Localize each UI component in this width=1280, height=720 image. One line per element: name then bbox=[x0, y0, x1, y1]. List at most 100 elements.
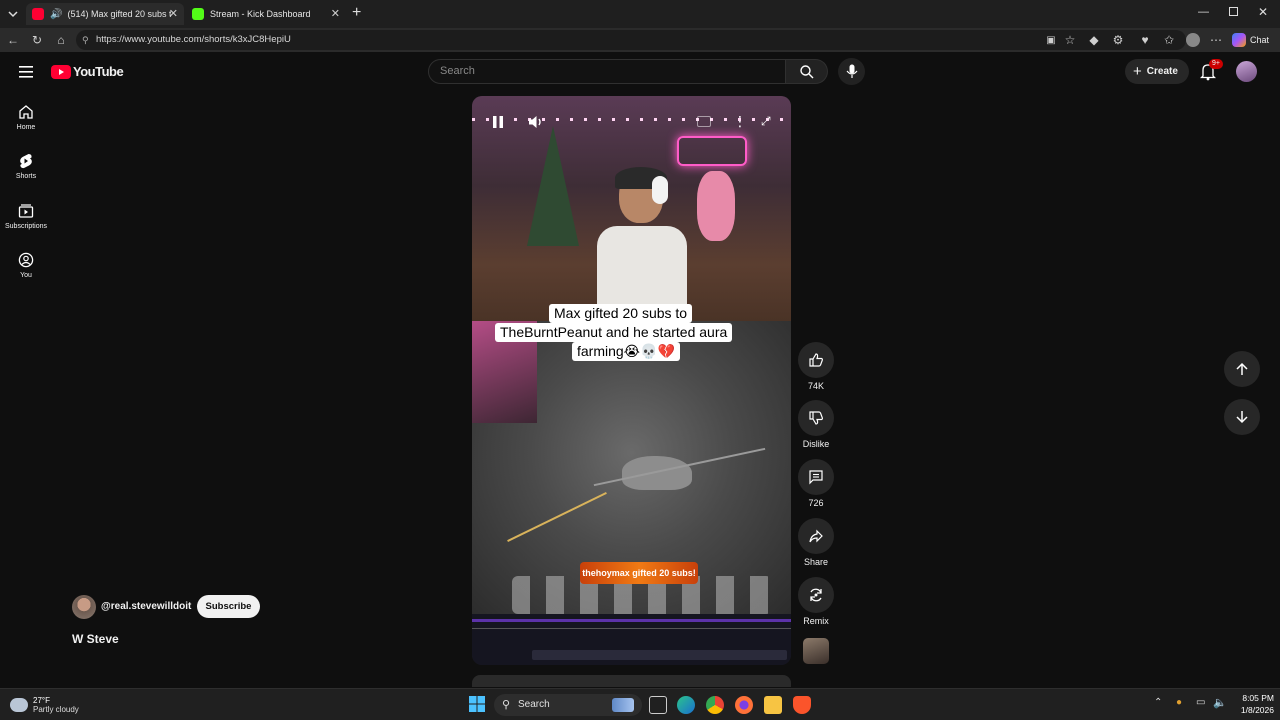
remix-button[interactable]: Remix bbox=[796, 577, 836, 626]
new-tab-icon[interactable]: + bbox=[352, 4, 361, 22]
close-tab-icon[interactable]: ✕ bbox=[331, 8, 340, 20]
weather-cloud-icon bbox=[10, 698, 28, 712]
menu-icon[interactable] bbox=[19, 66, 33, 78]
more-options-icon[interactable]: ⋮ bbox=[733, 113, 747, 130]
sidebar-item-shorts[interactable]: Shorts bbox=[0, 153, 52, 199]
profile-avatar-icon[interactable] bbox=[1185, 32, 1201, 48]
share-button[interactable]: Share bbox=[796, 518, 836, 567]
address-bar[interactable]: ⚲ https://www.youtube.com/shorts/k3xJC8H… bbox=[76, 30, 1186, 50]
home-icon[interactable]: ⌂ bbox=[53, 32, 69, 48]
file-explorer-icon[interactable] bbox=[764, 696, 782, 714]
volume-icon bbox=[529, 116, 541, 128]
notifications-button[interactable]: 9+ bbox=[1200, 59, 1223, 81]
clock-time: 8:05 PM bbox=[1242, 693, 1274, 703]
minimize-icon[interactable]: — bbox=[1198, 6, 1209, 18]
show-hidden-icons[interactable]: ⌃ bbox=[1154, 697, 1162, 708]
search-icon bbox=[799, 64, 813, 78]
short-video-player[interactable]: ⋮ ⤢ thehoymax gifted 20 subs! Max gifted… bbox=[472, 96, 791, 665]
caption-line-1: Max gifted 20 subs to bbox=[549, 304, 693, 323]
close-tab-icon[interactable]: ✕ bbox=[169, 8, 178, 20]
pause-button[interactable] bbox=[491, 115, 505, 129]
microphone-tray-icon[interactable]: ● bbox=[1176, 697, 1182, 708]
network-icon[interactable]: ▭ bbox=[1196, 697, 1205, 708]
comment-count: 726 bbox=[808, 498, 824, 508]
sidebar-item-home[interactable]: Home bbox=[0, 104, 52, 150]
voice-search-button[interactable] bbox=[838, 58, 865, 85]
extension-icon[interactable]: ◆ bbox=[1086, 32, 1102, 48]
tab-youtube[interactable]: 🔊 (514) Max gifted 20 subs to Th ✕ bbox=[26, 3, 184, 25]
youtube-logo[interactable]: YouTube bbox=[51, 64, 124, 79]
site-info-icon[interactable]: ⚲ bbox=[82, 30, 89, 50]
app-available-icon[interactable]: ▣ bbox=[1043, 32, 1059, 48]
create-button[interactable]: + Create bbox=[1125, 59, 1189, 84]
like-count: 74K bbox=[807, 381, 824, 391]
weather-widget[interactable]: 27°F Partly cloudy bbox=[10, 693, 79, 717]
search-highlight-icon bbox=[612, 698, 634, 712]
tab-title: (514) Max gifted 20 subs to Th bbox=[67, 9, 172, 19]
sidebar-item-subscriptions[interactable]: Subscriptions bbox=[0, 203, 52, 249]
brave-icon[interactable] bbox=[793, 696, 811, 714]
streamer-figure bbox=[597, 167, 687, 321]
like-button[interactable]: 74K bbox=[796, 342, 836, 391]
caption-line-2: TheBurntPeanut and he started aura bbox=[495, 323, 733, 342]
caption-line-3: farming😭💀💔 bbox=[572, 342, 680, 361]
plush-toy bbox=[697, 171, 735, 241]
notification-badge: 9+ bbox=[1209, 59, 1223, 69]
tracer bbox=[507, 491, 607, 543]
logo-text: YouTube bbox=[73, 64, 124, 79]
subscribe-button[interactable]: Subscribe bbox=[197, 595, 260, 618]
refresh-icon[interactable]: ↻ bbox=[29, 32, 45, 48]
more-options-icon[interactable]: ⋯ bbox=[1208, 32, 1224, 48]
sidebar-item-label: You bbox=[20, 272, 32, 279]
previous-short-button[interactable] bbox=[1224, 351, 1260, 387]
tab-kick[interactable]: Stream - Kick Dashboard ✕ bbox=[186, 3, 346, 25]
channel-name[interactable]: @real.stevewilldoit bbox=[101, 601, 191, 612]
back-icon[interactable]: ← bbox=[5, 32, 21, 48]
clock[interactable]: 8:05 PM 1/8/2026 bbox=[1224, 693, 1274, 715]
weather-desc: Partly cloudy bbox=[33, 705, 79, 714]
favorite-star-icon[interactable]: ☆ bbox=[1062, 32, 1078, 48]
sidebar-item-label: Home bbox=[16, 124, 36, 131]
start-button[interactable] bbox=[469, 696, 485, 712]
next-short-button[interactable] bbox=[1224, 399, 1260, 435]
comment-icon bbox=[809, 470, 823, 485]
share-icon bbox=[809, 529, 823, 543]
favorites-icon[interactable]: ✩ bbox=[1161, 32, 1177, 48]
search-input[interactable]: Search bbox=[428, 59, 786, 84]
dislike-button[interactable]: Dislike bbox=[796, 400, 836, 449]
copilot-chat-button[interactable]: Chat bbox=[1232, 32, 1269, 48]
sub-alert-text: thehoymax gifted 20 subs! bbox=[582, 568, 696, 578]
channel-avatar[interactable] bbox=[72, 595, 96, 619]
speaker-icon[interactable]: 🔊 bbox=[50, 9, 62, 20]
captions-icon[interactable] bbox=[697, 116, 711, 127]
next-short-preview bbox=[472, 675, 791, 687]
search-button[interactable] bbox=[786, 59, 828, 84]
audio-thumbnail[interactable] bbox=[803, 638, 829, 664]
sidebar-item-label: Shorts bbox=[15, 173, 37, 180]
url-text: https://www.youtube.com/shorts/k3xJC8Hep… bbox=[96, 34, 291, 45]
account-avatar[interactable] bbox=[1236, 61, 1257, 82]
volume-button[interactable] bbox=[528, 114, 544, 130]
weather-temp: 27°F bbox=[33, 696, 50, 705]
headphones bbox=[652, 176, 668, 204]
subscriptions-icon bbox=[18, 204, 34, 218]
sidebar-item-you[interactable]: You bbox=[0, 252, 52, 298]
browser-essentials-icon[interactable]: ♥ bbox=[1137, 32, 1153, 48]
comments-button[interactable]: 726 bbox=[796, 459, 836, 508]
taskbar-search[interactable]: ⚲ Search bbox=[494, 694, 642, 716]
firefox-icon[interactable] bbox=[735, 696, 753, 714]
create-label: Create bbox=[1146, 66, 1178, 77]
fullscreen-icon[interactable]: ⤢ bbox=[761, 114, 771, 129]
edge-icon[interactable] bbox=[677, 696, 695, 714]
chrome-icon[interactable] bbox=[706, 696, 724, 714]
plus-icon: + bbox=[1133, 63, 1142, 80]
task-view-icon[interactable] bbox=[649, 696, 667, 714]
arrow-up-icon bbox=[1236, 362, 1248, 375]
restore-icon[interactable] bbox=[1229, 7, 1238, 16]
extension-puzzle-icon[interactable]: ⚙ bbox=[1110, 32, 1126, 48]
microphone-icon bbox=[846, 64, 857, 78]
tab-list-chevron-icon[interactable] bbox=[6, 7, 20, 21]
close-window-icon[interactable]: ✕ bbox=[1258, 5, 1268, 19]
windows-taskbar: 27°F Partly cloudy ⚲ Search ⌃ ● ▭ 🔈 8:05… bbox=[0, 688, 1280, 720]
short-title[interactable]: W Steve bbox=[72, 632, 119, 646]
